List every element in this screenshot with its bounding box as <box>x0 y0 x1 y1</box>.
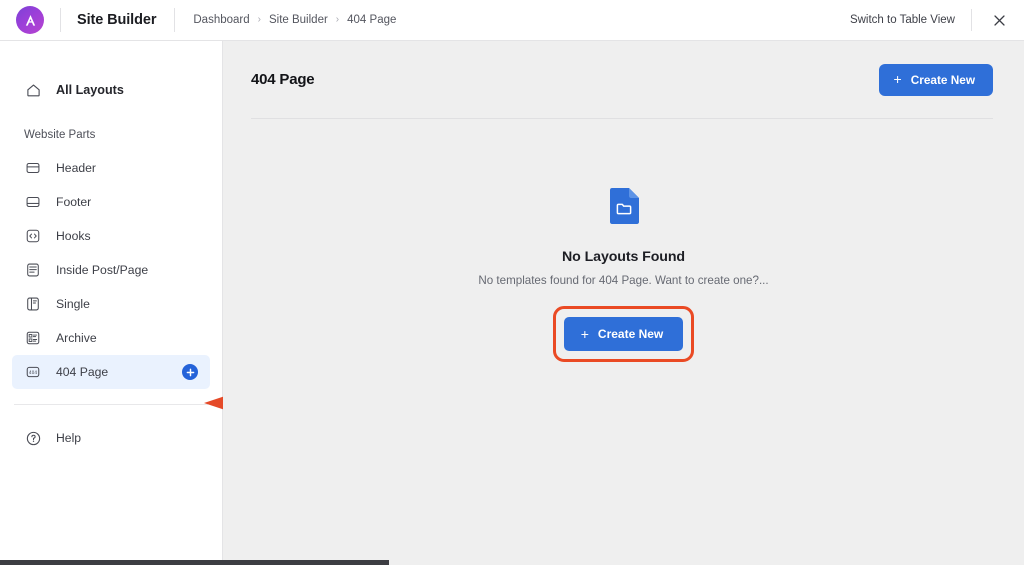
document-lines-icon <box>24 261 42 279</box>
sidebar: All Layouts Website Parts Header Footer <box>0 41 223 560</box>
sidebar-item-all-layouts[interactable]: All Layouts <box>12 73 210 107</box>
sidebar-item-label: Footer <box>56 195 91 209</box>
breadcrumb-item-404-page[interactable]: 404 Page <box>347 14 396 26</box>
code-brackets-icon <box>24 227 42 245</box>
sidebar-item-label: Archive <box>56 331 97 345</box>
horizontal-scrollbar-track[interactable] <box>0 560 1024 565</box>
sidebar-divider <box>14 404 208 405</box>
site-builder-window: Site Builder Dashboard › Site Builder › … <box>0 0 1024 565</box>
sidebar-item-404-page[interactable]: 404 404 Page <box>12 355 210 389</box>
header-divider <box>251 118 993 119</box>
sidebar-item-help[interactable]: Help <box>12 421 210 455</box>
breadcrumb-separator-icon: › <box>336 15 339 25</box>
empty-state-description: No templates found for 404 Page. Want to… <box>478 274 768 287</box>
plus-icon: + <box>581 327 589 341</box>
empty-state: No Layouts Found No templates found for … <box>223 187 1024 362</box>
sidebar-item-label: Header <box>56 161 96 175</box>
sidebar-item-label: Inside Post/Page <box>56 263 148 277</box>
top-bar-actions: Switch to Table View <box>850 9 1024 31</box>
sidebar-item-header[interactable]: Header <box>12 151 210 185</box>
create-new-button-top[interactable]: + Create New <box>879 64 993 96</box>
switch-to-table-view-button[interactable]: Switch to Table View <box>850 14 955 26</box>
sidebar-item-label: Single <box>56 297 90 311</box>
create-new-button-empty-state[interactable]: + Create New <box>564 317 684 351</box>
sidebar-section-title: Website Parts <box>24 129 222 141</box>
breadcrumb: Dashboard › Site Builder › 404 Page <box>174 8 396 32</box>
page-title: 404 Page <box>251 71 314 88</box>
archive-grid-icon <box>24 329 42 347</box>
actions-divider <box>971 9 972 31</box>
sidebar-item-label: 404 Page <box>56 365 108 379</box>
sidebar-item-label: Help <box>56 431 81 445</box>
logo-divider <box>60 8 61 32</box>
main-content: 404 Page + Create New No Layouts Found N… <box>223 41 1024 560</box>
create-new-button-label: Create New <box>911 73 975 87</box>
question-circle-icon <box>24 429 42 447</box>
breadcrumb-item-site-builder[interactable]: Site Builder <box>269 14 328 26</box>
create-new-button-label: Create New <box>598 327 663 341</box>
plus-circle-icon[interactable] <box>182 364 198 380</box>
top-bar: Site Builder Dashboard › Site Builder › … <box>0 0 1024 41</box>
sidebar-item-inside-post-page[interactable]: Inside Post/Page <box>12 253 210 287</box>
sidebar-item-single[interactable]: Single <box>12 287 210 321</box>
breadcrumb-separator-icon: › <box>258 15 261 25</box>
document-folder-icon <box>608 187 640 230</box>
app-title: Site Builder <box>77 12 156 28</box>
breadcrumb-item-dashboard[interactable]: Dashboard <box>193 14 249 26</box>
plus-icon: + <box>894 72 902 86</box>
close-icon[interactable] <box>988 9 1010 31</box>
sidebar-item-hooks[interactable]: Hooks <box>12 219 210 253</box>
create-new-highlight-ring: + Create New <box>553 306 695 362</box>
app-logo-icon[interactable] <box>16 6 44 34</box>
sidebar-item-archive[interactable]: Archive <box>12 321 210 355</box>
main-header: 404 Page + Create New <box>223 41 1024 118</box>
empty-state-title: No Layouts Found <box>562 249 685 265</box>
sidebar-item-label: All Layouts <box>56 83 124 97</box>
footer-layout-icon <box>24 193 42 211</box>
single-panel-icon <box>24 295 42 313</box>
horizontal-scrollbar-thumb[interactable] <box>0 560 389 565</box>
svg-text:404: 404 <box>29 370 37 376</box>
404-page-icon: 404 <box>24 363 42 381</box>
home-icon <box>24 81 42 99</box>
header-layout-icon <box>24 159 42 177</box>
sidebar-item-footer[interactable]: Footer <box>12 185 210 219</box>
sidebar-item-label: Hooks <box>56 229 91 243</box>
